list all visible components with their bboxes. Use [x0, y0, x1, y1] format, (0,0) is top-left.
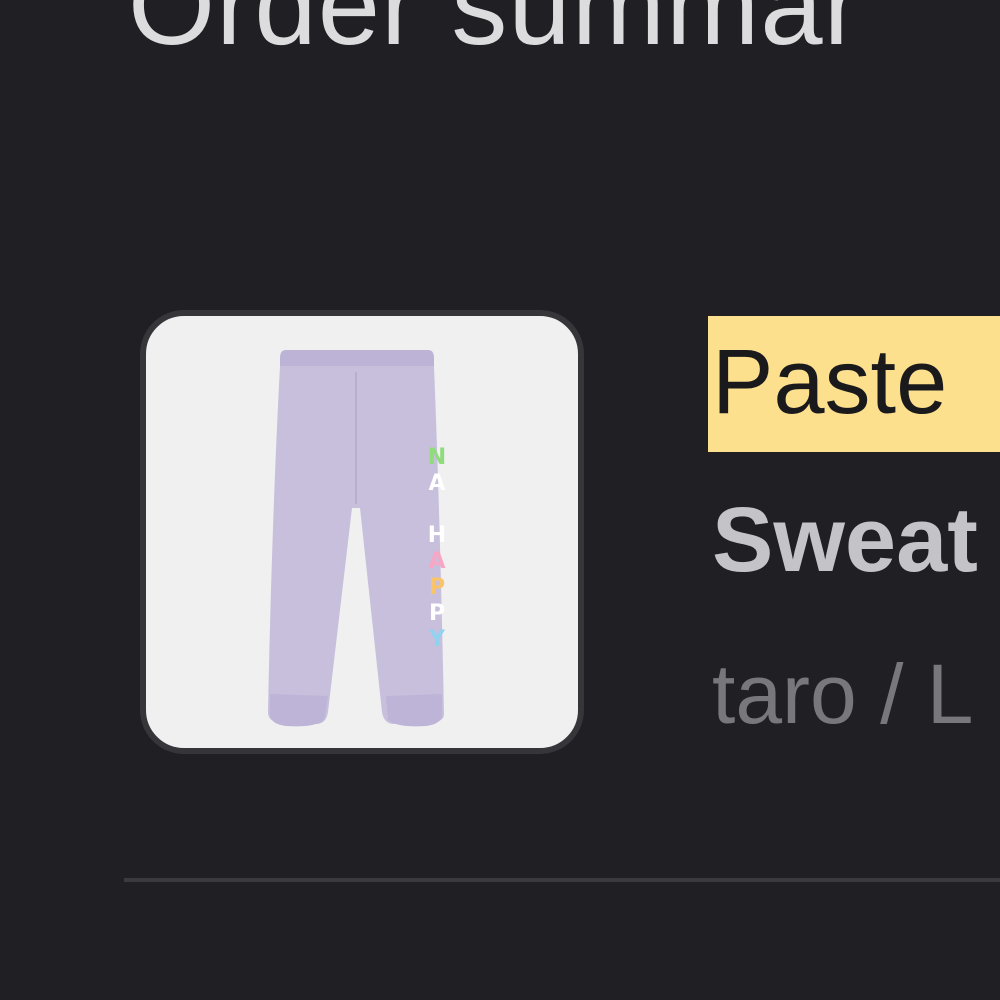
- product-name-continued[interactable]: Sweat: [712, 494, 978, 586]
- product-thumbnail[interactable]: N A H A P P Y: [140, 310, 584, 754]
- divider: [124, 878, 1000, 882]
- print-letter: P: [429, 575, 445, 600]
- print-letter: H: [428, 523, 446, 548]
- product-name[interactable]: Paste: [712, 336, 947, 428]
- print-letter: Y: [428, 627, 446, 652]
- sweatpants-icon: N A H A P P Y: [268, 350, 446, 727]
- print-letter: P: [429, 601, 445, 626]
- order-summary-panel: Order summar N A H A P P Y Paste Sweat t…: [0, 0, 1000, 1000]
- page-title: Order summar: [128, 0, 862, 68]
- print-letter: A: [428, 549, 445, 574]
- product-variant: taro / L: [712, 647, 974, 741]
- print-letter: A: [428, 471, 445, 496]
- print-letter: N: [428, 445, 446, 470]
